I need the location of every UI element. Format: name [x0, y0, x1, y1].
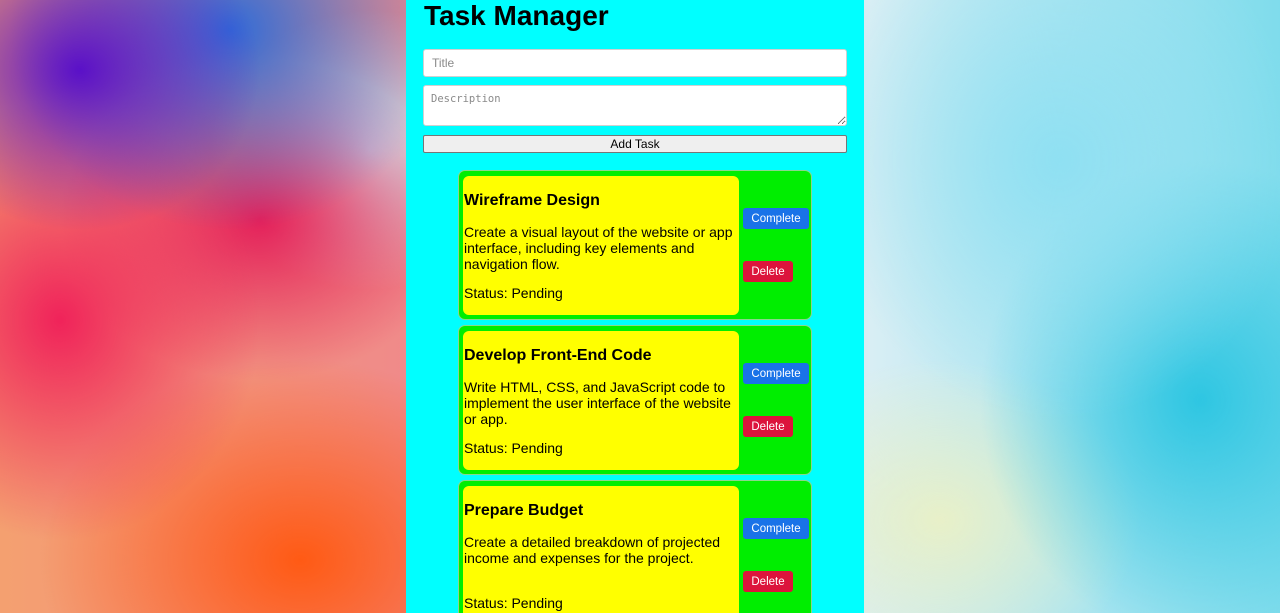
- task-card: Develop Front-End Code Write HTML, CSS, …: [458, 325, 812, 475]
- task-description: Write HTML, CSS, and JavaScript code to …: [464, 379, 731, 427]
- delete-button[interactable]: Delete: [743, 416, 793, 437]
- complete-button[interactable]: Complete: [743, 518, 809, 539]
- task-content: Wireframe Design Create a visual layout …: [463, 176, 739, 315]
- task-description: Create a visual layout of the website or…: [464, 224, 733, 272]
- delete-button[interactable]: Delete: [743, 571, 793, 592]
- title-input[interactable]: [423, 49, 847, 77]
- task-status: Status: Pending: [464, 595, 563, 611]
- page-title: Task Manager: [424, 0, 609, 31]
- task-content: Prepare Budget Create a detailed breakdo…: [463, 486, 739, 613]
- add-task-button[interactable]: Add Task: [423, 135, 847, 153]
- task-status: Status: Pending: [464, 285, 563, 301]
- task-status: Status: Pending: [464, 440, 563, 456]
- task-title: Develop Front-End Code: [464, 347, 652, 364]
- page-background: { "app": { "title": "Task Manager" }, "f…: [0, 0, 1280, 613]
- description-input[interactable]: [423, 85, 847, 126]
- task-card: Prepare Budget Create a detailed breakdo…: [458, 480, 812, 613]
- complete-button[interactable]: Complete: [743, 363, 809, 384]
- task-content: Develop Front-End Code Write HTML, CSS, …: [463, 331, 739, 470]
- complete-button[interactable]: Complete: [743, 208, 809, 229]
- task-manager-container: Task Manager Add Task Wireframe Design C…: [406, 0, 864, 613]
- task-title: Prepare Budget: [464, 502, 584, 519]
- task-description: Create a detailed breakdown of projected…: [464, 534, 721, 566]
- task-card: Wireframe Design Create a visual layout …: [458, 170, 812, 320]
- task-title: Wireframe Design: [464, 192, 600, 209]
- delete-button[interactable]: Delete: [743, 261, 793, 282]
